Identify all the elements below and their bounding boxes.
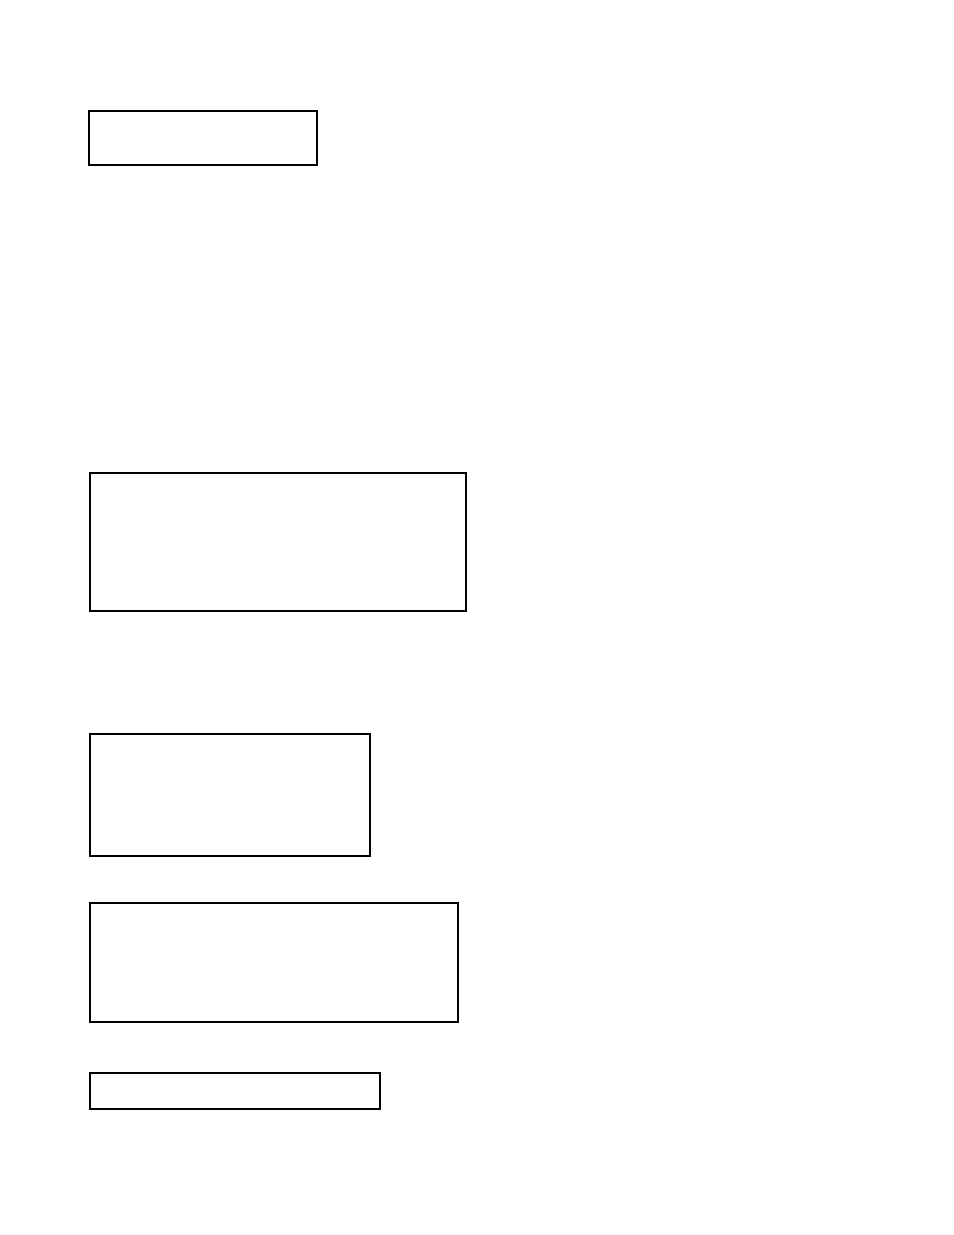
box-2 [89,472,467,612]
box-4 [89,902,459,1023]
box-3 [89,733,371,857]
box-5 [89,1072,381,1110]
box-1 [88,110,318,166]
